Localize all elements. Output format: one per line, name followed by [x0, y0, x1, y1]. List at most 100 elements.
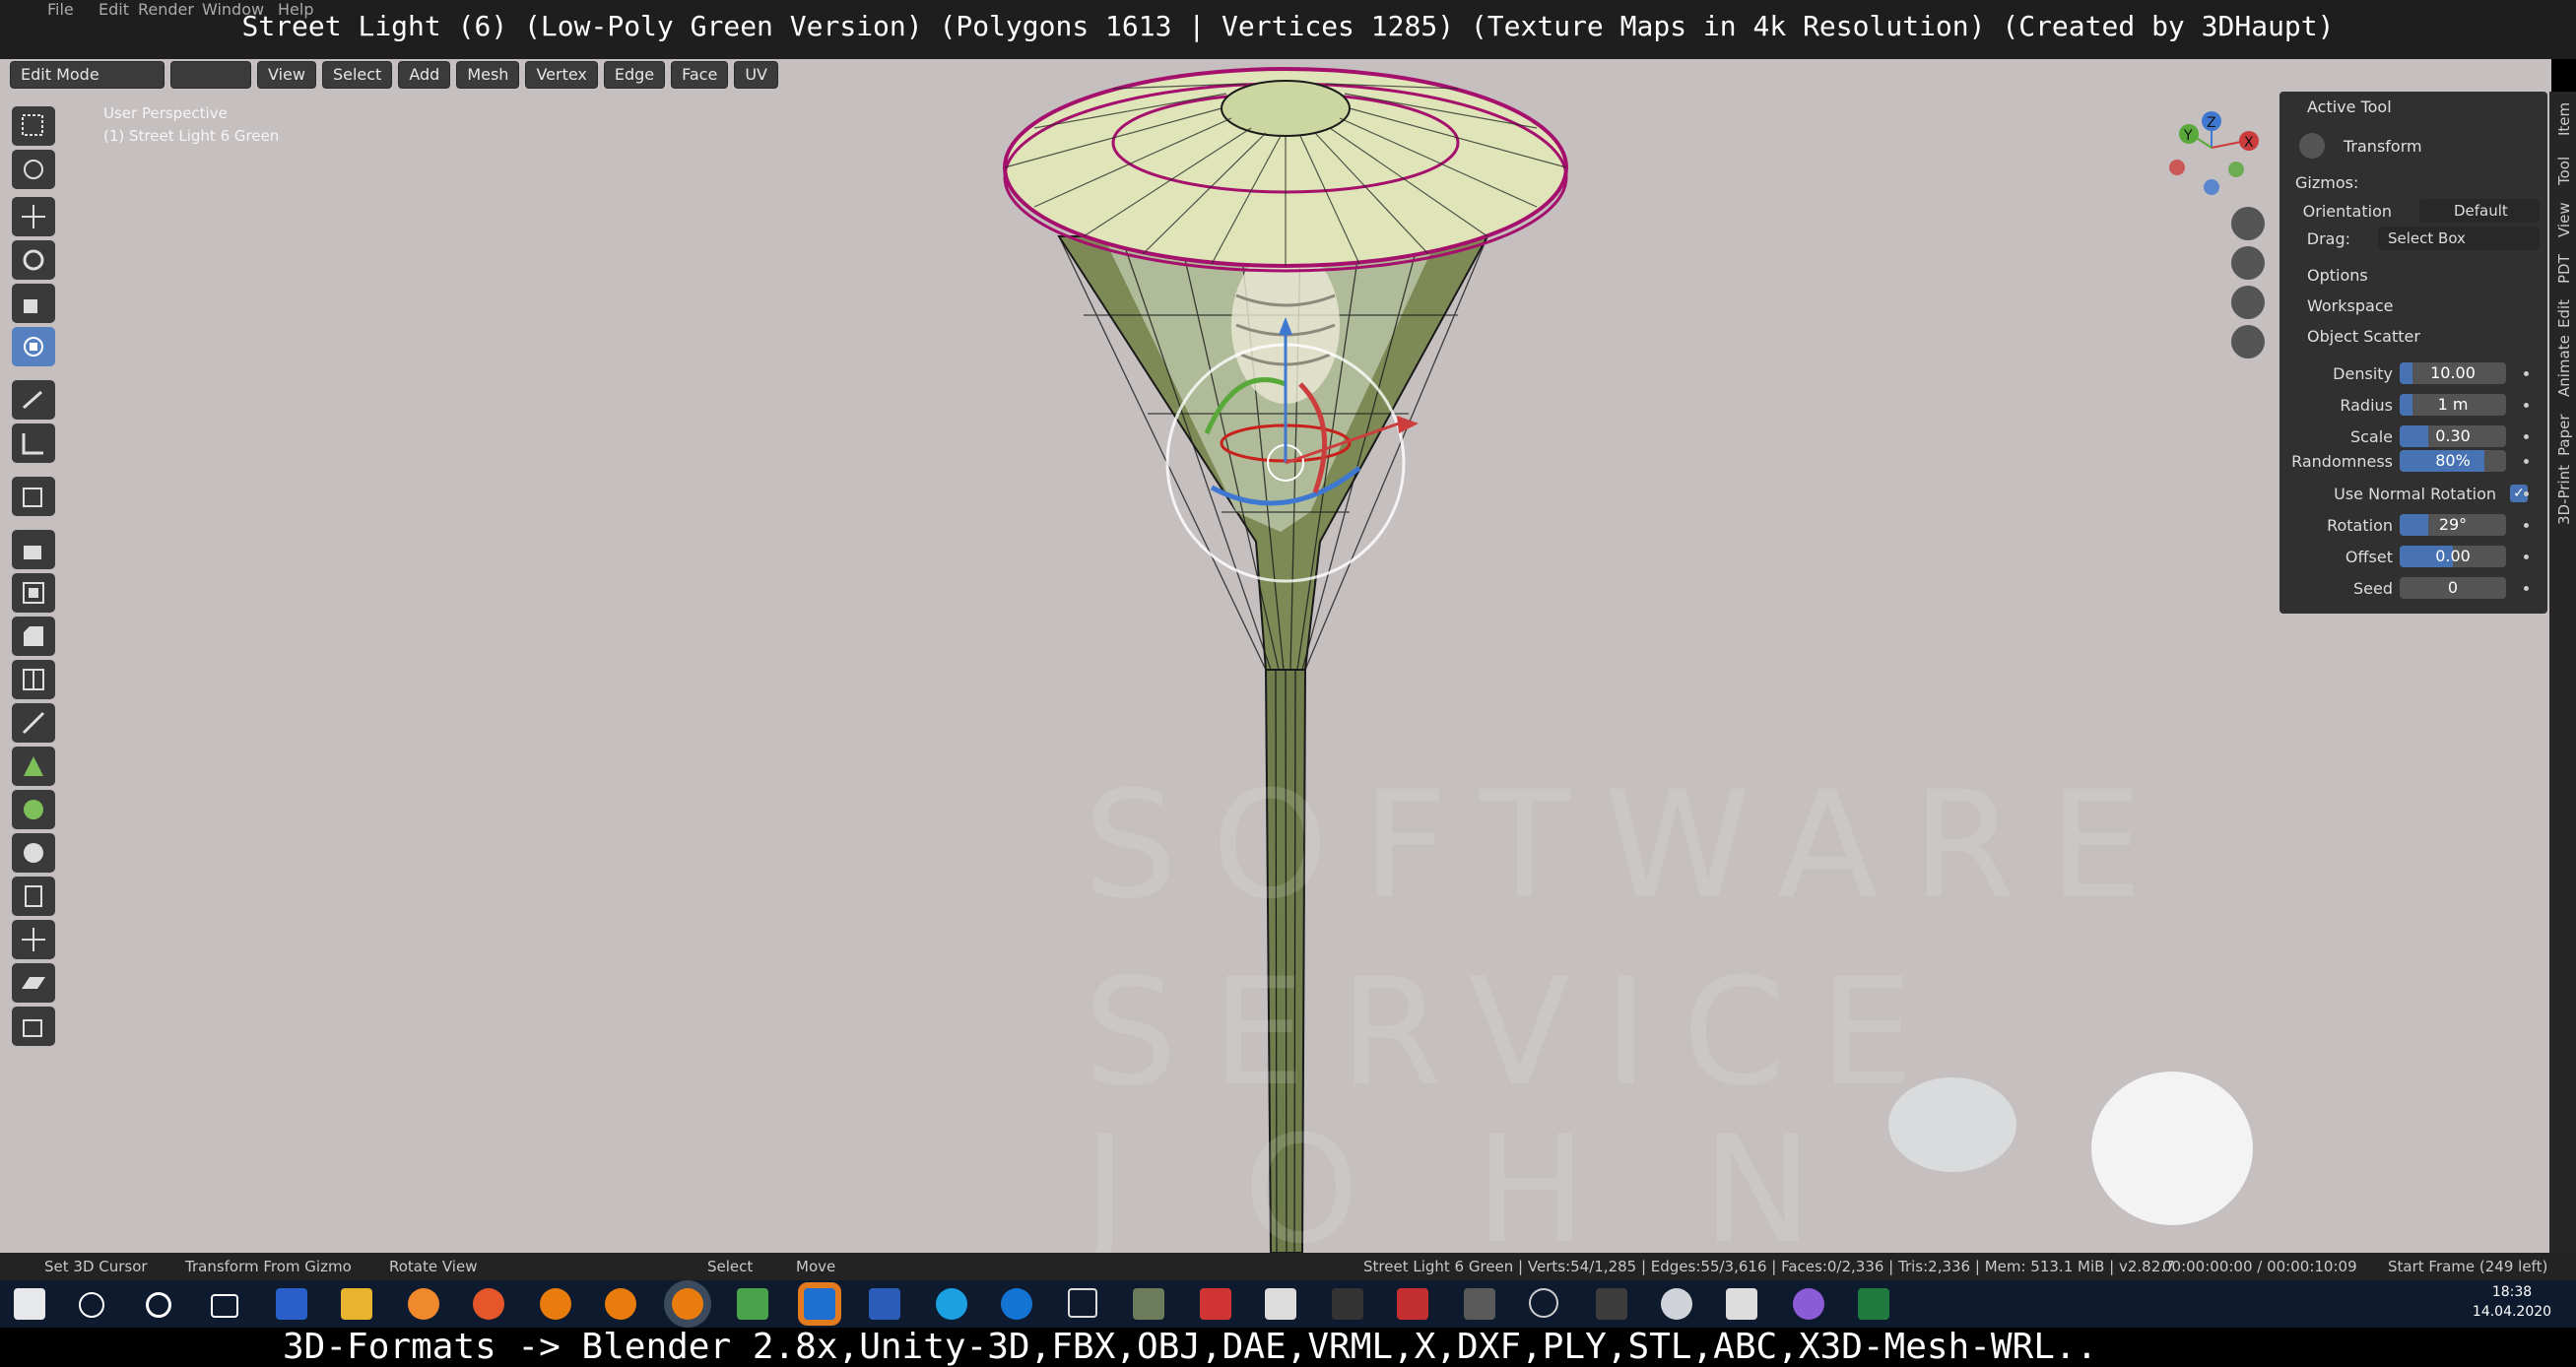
knife-icon[interactable] — [12, 703, 55, 743]
tab-animate[interactable]: Animate — [2555, 335, 2573, 397]
edge-slide-icon[interactable] — [12, 877, 55, 916]
edge-icon[interactable] — [1001, 1288, 1032, 1320]
measure-icon[interactable] — [12, 423, 55, 463]
rotate-icon[interactable] — [12, 240, 55, 280]
menu-face[interactable]: Face — [671, 61, 729, 89]
app-icon[interactable] — [1133, 1288, 1164, 1320]
offset-field[interactable]: 0.00 — [2400, 546, 2506, 567]
file-explorer-icon[interactable] — [341, 1288, 372, 1320]
keyframe-dot[interactable] — [2524, 371, 2529, 376]
maps-icon[interactable] — [1793, 1288, 1824, 1320]
word-icon[interactable] — [869, 1288, 900, 1320]
keyframe-dot[interactable] — [2524, 434, 2529, 439]
menu-select[interactable]: Select — [321, 61, 393, 89]
skype-icon[interactable] — [936, 1288, 967, 1320]
menu-view[interactable]: View — [257, 61, 316, 89]
keyframe-dot[interactable] — [2524, 491, 2529, 496]
radius-field[interactable]: 1 m — [2400, 394, 2506, 416]
menu-vertex[interactable]: Vertex — [525, 61, 598, 89]
loop-cut-icon[interactable] — [12, 660, 55, 699]
calculator-icon[interactable] — [1726, 1288, 1757, 1320]
panel-options-header[interactable]: Options — [2307, 266, 2575, 285]
panel-object-scatter-header[interactable]: Object Scatter — [2307, 327, 2575, 346]
density-field[interactable]: 10.00 — [2400, 362, 2506, 384]
poly-build-icon[interactable] — [12, 747, 55, 786]
outlook-icon[interactable] — [804, 1288, 835, 1320]
seed-field[interactable]: 0 — [2400, 577, 2506, 599]
excel-icon[interactable] — [1858, 1288, 1889, 1320]
mode-select[interactable]: Edit Mode — [10, 61, 165, 89]
github-icon[interactable] — [1529, 1288, 1558, 1318]
status-rotate-view: Rotate View — [389, 1258, 478, 1275]
status-transform-gizmo: Transform From Gizmo — [185, 1258, 352, 1275]
app-icon[interactable] — [1596, 1288, 1627, 1320]
keyframe-dot[interactable] — [2524, 523, 2529, 528]
status-bar: Set 3D Cursor Transform From Gizmo Rotat… — [0, 1253, 2576, 1280]
bevel-icon[interactable] — [12, 617, 55, 656]
clock-date[interactable]: 14.04.2020 — [2468, 1304, 2556, 1320]
watermark-line2: SERVICE — [1084, 947, 1948, 1119]
windows-start-icon[interactable] — [14, 1288, 45, 1320]
save-icon[interactable] — [276, 1288, 307, 1320]
firefox-icon[interactable] — [473, 1288, 504, 1320]
tab-view[interactable]: View — [2555, 202, 2573, 237]
select-mode-buttons[interactable] — [170, 61, 251, 89]
rotation-field[interactable]: 29° — [2400, 514, 2506, 536]
3d-viewer-icon[interactable] — [1068, 1288, 1097, 1318]
keyframe-dot[interactable] — [2524, 586, 2529, 591]
vivaldi-icon[interactable] — [1200, 1288, 1231, 1320]
smooth-icon[interactable] — [12, 833, 55, 873]
search-icon[interactable] — [79, 1292, 104, 1318]
rip-region-icon[interactable] — [12, 1007, 55, 1046]
scale-icon[interactable] — [12, 284, 55, 323]
panel-active-tool-header[interactable]: Active Tool — [2307, 98, 2575, 116]
3d-viewport[interactable]: SOFTWARE SERVICE J O H N Z X Y User Pers… — [0, 59, 2551, 1253]
move-icon[interactable] — [12, 197, 55, 236]
blender-icon[interactable] — [540, 1288, 571, 1320]
menu-mesh[interactable]: Mesh — [456, 61, 520, 89]
shear-icon[interactable] — [12, 963, 55, 1003]
blender-icon[interactable] — [605, 1288, 636, 1320]
select-box-icon[interactable] — [12, 106, 55, 146]
app-icon[interactable] — [1661, 1288, 1692, 1320]
randomness-field[interactable]: 80% — [2400, 450, 2506, 472]
inset-icon[interactable] — [12, 573, 55, 613]
cortana-icon[interactable] — [146, 1292, 171, 1318]
camera-icon[interactable] — [2231, 286, 2265, 319]
gizmo-z-label: Z — [2207, 115, 2216, 131]
keyframe-dot[interactable] — [2524, 403, 2529, 408]
menu-uv[interactable]: UV — [734, 61, 778, 89]
gizmo-x-label: X — [2244, 135, 2254, 151]
image-viewer-icon[interactable] — [737, 1288, 768, 1320]
unity-icon[interactable] — [1464, 1288, 1495, 1320]
panel-workspace-header[interactable]: Workspace — [2307, 296, 2575, 315]
extrude-icon[interactable] — [12, 530, 55, 569]
keyframe-dot[interactable] — [2524, 459, 2529, 464]
app-icon[interactable] — [408, 1288, 439, 1320]
active-tool-name: Transform — [2344, 137, 2422, 156]
use-normal-rotation-label: Use Normal Rotation — [2334, 485, 2496, 503]
tab-3d-print[interactable]: 3D-Print — [2555, 465, 2573, 525]
drag-dropdown[interactable]: Select Box — [2378, 227, 2540, 250]
grid-icon[interactable] — [2231, 325, 2265, 358]
cursor-icon[interactable] — [12, 150, 55, 189]
menu-edge[interactable]: Edge — [603, 61, 666, 89]
app-icon[interactable] — [1332, 1288, 1363, 1320]
zoom-icon[interactable] — [2231, 207, 2265, 240]
menu-add[interactable]: Add — [398, 61, 451, 89]
blender-icon[interactable] — [672, 1288, 703, 1320]
transform-icon[interactable] — [12, 327, 55, 366]
pan-hand-icon[interactable] — [2231, 246, 2265, 280]
task-view-icon[interactable] — [211, 1294, 238, 1318]
orientation-dropdown[interactable]: Default — [2419, 199, 2540, 223]
scale-field[interactable]: 0.30 — [2400, 425, 2506, 447]
tab-paper[interactable]: Paper — [2555, 415, 2573, 456]
add-cube-icon[interactable] — [12, 477, 55, 516]
spin-icon[interactable] — [12, 790, 55, 829]
annotate-icon[interactable] — [12, 380, 55, 420]
clock-time[interactable]: 18:38 — [2473, 1284, 2551, 1300]
shrink-fatten-icon[interactable] — [12, 920, 55, 959]
app-icon[interactable] — [1265, 1288, 1296, 1320]
acrobat-icon[interactable] — [1397, 1288, 1428, 1320]
keyframe-dot[interactable] — [2524, 554, 2529, 559]
